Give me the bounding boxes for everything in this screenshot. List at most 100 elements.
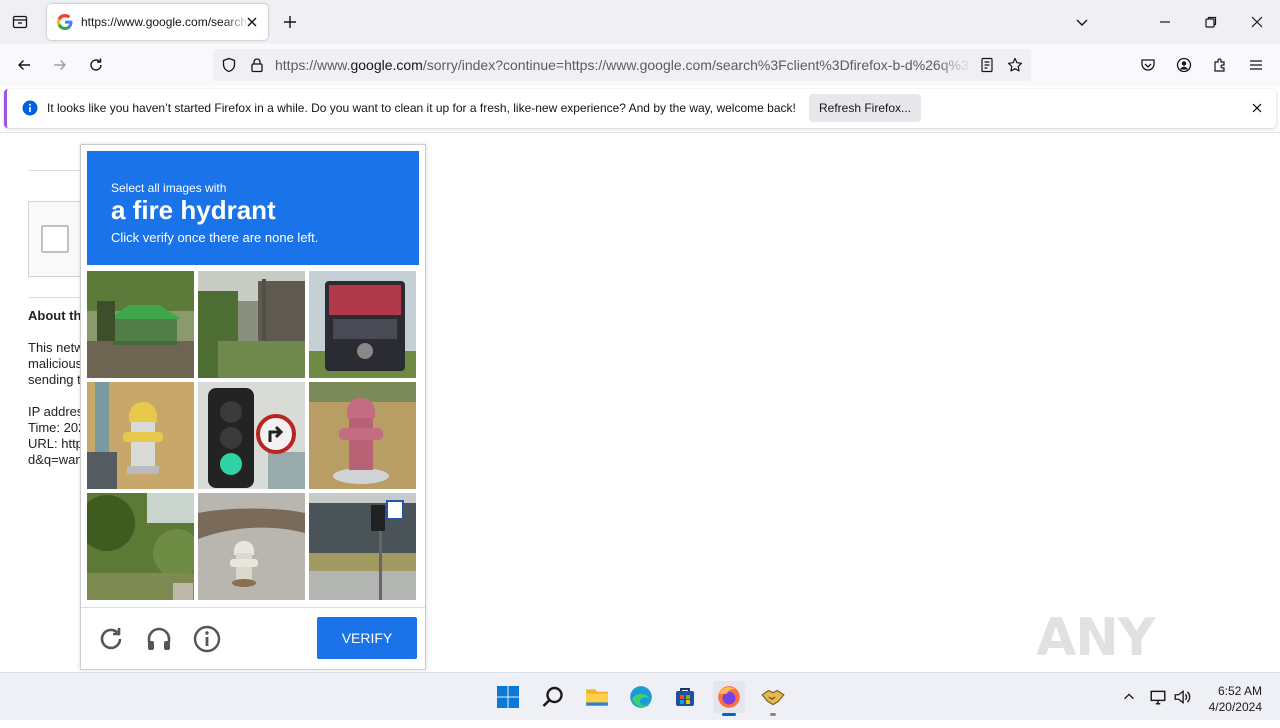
store-button[interactable] [669,681,701,713]
challenge-footer-divider [81,607,425,608]
list-all-tabs-button[interactable] [1066,6,1098,38]
challenge-header: Select all images with a fire hydrant Cl… [87,151,419,265]
help-info-icon[interactable] [192,624,222,654]
search-icon [542,686,563,707]
green-tent-image [87,271,194,378]
street-lamp-image [198,271,305,378]
crosswalk-signal-image [309,493,416,600]
firefox-view-button[interactable] [4,6,36,38]
tab-title: https://www.google.com/search?client=fir… [81,15,249,29]
store-icon [676,688,694,706]
page-line: d&q=wan [28,452,83,467]
recaptcha-checkbox[interactable] [41,225,69,253]
image-tile-9[interactable] [309,493,416,600]
challenge-instruction: Select all images with [111,181,227,195]
verify-button[interactable]: VERIFY [317,617,417,659]
page-line: This netw [28,340,84,355]
recaptcha-checkbox-frame [28,201,88,277]
active-indicator [722,713,736,716]
app-taskbar-button[interactable] [757,681,789,716]
reload-icon [90,58,102,71]
firefox-icon [718,686,740,708]
arrow-left-icon [18,60,30,70]
image-tile-3[interactable] [309,271,416,378]
challenge-target: a fire hydrant [111,195,276,225]
page-line: malicious [28,356,83,371]
minimize-button[interactable] [1149,6,1181,38]
forward-button[interactable] [44,49,76,81]
new-tab-button[interactable] [274,6,306,38]
network-icon [1150,690,1166,705]
image-tile-1[interactable] [87,271,194,378]
hamburger-menu-icon [1250,60,1262,70]
extensions-button[interactable] [1204,49,1236,81]
reader-view-icon[interactable] [979,57,995,73]
url-bar[interactable]: https://www.google.com/sorry/index?conti… [213,49,1031,81]
volume-button[interactable] [1168,681,1196,713]
clock-date: 4/20/2024 [1208,700,1262,714]
firefox-taskbar-button[interactable] [713,681,745,716]
refresh-firefox-button[interactable]: Refresh Firefox... [809,94,921,122]
notification-message: It looks like you haven’t started Firefo… [47,101,796,115]
tab-strip: https://www.google.com/search?client=fir… [0,0,1280,44]
audio-challenge-icon[interactable] [144,624,174,654]
close-tab-icon[interactable] [244,14,260,30]
firefox-view-icon [12,15,28,29]
back-button[interactable] [8,49,40,81]
reload-challenge-icon[interactable] [96,624,126,654]
yellow-hydrant-image [87,382,194,489]
page-line: Time: 202 [28,420,86,435]
trees-image [87,493,194,600]
clock-time: 6:52 AM [1217,684,1262,698]
image-tile-2[interactable] [198,271,305,378]
url-domain: google.com [350,57,423,73]
url-suffix: /sorry/index?continue=https://www.google… [422,57,971,73]
file-explorer-button[interactable] [581,681,613,713]
notification-bar: It looks like you haven’t started Firefo… [4,89,1276,128]
edge-icon [630,686,652,708]
bookmark-star-icon[interactable] [1007,57,1023,73]
image-tile-6[interactable] [309,382,416,489]
taskbar-clock[interactable]: 6:52 AM 4/20/2024 [1209,683,1262,715]
speaker-icon [1174,690,1191,704]
minimize-icon [1160,21,1170,23]
show-hidden-icons-button[interactable] [1114,681,1144,713]
image-tile-4[interactable] [87,382,194,489]
url-text[interactable]: https://www.google.com/sorry/index?conti… [275,57,971,73]
arrow-right-icon [54,60,66,70]
image-tile-5[interactable] [198,382,305,489]
traffic-light-image [198,382,305,489]
tab-google-search[interactable]: https://www.google.com/search?client=fir… [47,4,268,40]
info-icon [22,100,38,116]
image-tile-8[interactable] [198,493,305,600]
lock-icon[interactable] [249,57,265,73]
close-notification-icon[interactable] [1250,101,1264,115]
edge-button[interactable] [625,681,657,713]
image-tile-7[interactable] [87,493,194,600]
google-favicon-icon [57,14,73,30]
account-button[interactable] [1168,49,1200,81]
pocket-button[interactable] [1132,49,1164,81]
search-button[interactable] [537,681,569,713]
pocket-icon [1141,59,1155,71]
close-window-button[interactable] [1241,6,1273,38]
restore-button[interactable] [1195,6,1227,38]
url-prefix: https://www. [275,57,351,73]
plus-icon [284,16,296,28]
restore-icon [1205,16,1217,28]
app-menu-button[interactable] [1240,49,1272,81]
reload-button[interactable] [80,49,112,81]
tracking-protection-shield-icon[interactable] [221,57,237,73]
content-divider [0,132,1280,133]
truck-image [309,271,416,378]
page-line: IP addres [28,404,84,419]
page-rule-bottom [28,297,88,298]
start-button[interactable] [492,681,524,713]
navigation-toolbar: https://www.google.com/sorry/index?conti… [0,44,1280,86]
account-icon [1176,57,1192,73]
page-rule-top [28,170,88,171]
folder-icon [586,689,608,706]
recaptcha-challenge: Select all images with a fire hydrant Cl… [80,144,426,670]
running-indicator [770,713,776,716]
about-heading: About th [28,308,82,323]
